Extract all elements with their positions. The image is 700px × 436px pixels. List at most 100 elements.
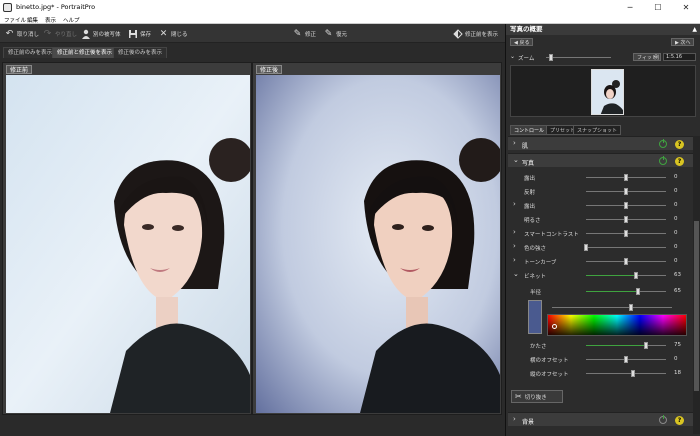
slider-row: 露出 0 xyxy=(506,170,693,184)
chevron-right-icon[interactable]: › xyxy=(513,256,516,264)
slider-value: 0 xyxy=(674,244,678,250)
overview-header: 写真の概要 ▲ xyxy=(506,24,700,35)
slider-thumb[interactable] xyxy=(624,202,628,209)
tab-controls[interactable]: コントロール xyxy=(510,125,549,135)
slider-value: 0 xyxy=(674,174,678,180)
hardness-thumb[interactable] xyxy=(644,342,648,349)
help-icon[interactable]: ? xyxy=(675,416,684,425)
chevron-right-icon[interactable]: › xyxy=(513,228,516,236)
next-button[interactable]: ▶ 次へ xyxy=(671,38,695,46)
before-photo[interactable] xyxy=(6,75,250,413)
redo-button[interactable]: ↷ やり直し xyxy=(42,27,77,40)
zoom-chevron-icon[interactable]: ⌄ xyxy=(510,53,515,60)
save-button[interactable]: 保存 xyxy=(127,27,151,40)
hardness-slider[interactable] xyxy=(586,342,666,349)
color-picker[interactable] xyxy=(547,314,687,336)
slider-track[interactable] xyxy=(586,216,666,223)
vignette-color-swatch[interactable] xyxy=(528,300,542,334)
chevron-right-icon[interactable]: › xyxy=(513,200,516,208)
v-offset-thumb[interactable] xyxy=(631,370,636,377)
tab-snapshots[interactable]: スナップショット xyxy=(573,125,622,135)
hardness-row: かたさ 75 xyxy=(506,338,693,352)
slider-thumb[interactable] xyxy=(634,272,639,279)
radius-slider[interactable] xyxy=(586,288,666,295)
menu-file[interactable]: ファイル xyxy=(4,16,26,24)
color-picker-cursor[interactable] xyxy=(552,324,557,329)
slider-label: 反射 xyxy=(524,190,536,196)
menu-view[interactable]: 表示 xyxy=(45,16,56,24)
controls-scrollbar[interactable] xyxy=(693,136,700,434)
main-toolbar: ↶ 取り消し ↷ やり直し 別の被写体 保存 ✕ 閉じる ✎ 修正 ✎ 復元 修… xyxy=(0,24,505,43)
power-icon[interactable] xyxy=(659,415,667,424)
modify-brush-button[interactable]: ✎ 修正 xyxy=(292,27,316,40)
close-window-button[interactable]: ✕ xyxy=(672,0,700,15)
menu-help[interactable]: ヘルプ xyxy=(63,16,80,24)
show-before-button[interactable]: 修正前を表示 xyxy=(452,27,498,40)
power-icon[interactable] xyxy=(659,139,667,148)
slider-track[interactable] xyxy=(586,174,666,181)
vignette-color-slider-thumb[interactable] xyxy=(629,304,633,311)
slider-track[interactable] xyxy=(586,258,666,265)
scrollbar-thumb[interactable] xyxy=(694,221,699,391)
title-bar: binetto.jpg* - PortraitPro ─ ☐ ✕ xyxy=(0,0,700,15)
ratio-field[interactable]: 1:5.16 xyxy=(663,53,696,61)
photo-group-header[interactable]: ⌄ 写真 ? xyxy=(508,153,693,167)
slider-row: › トーンカーブ 0 xyxy=(506,254,693,268)
radius-row: 半径 65 xyxy=(506,284,693,298)
slider-thumb[interactable] xyxy=(584,244,588,251)
slider-thumb[interactable] xyxy=(624,230,628,237)
slider-label: スマートコントラスト xyxy=(524,232,579,238)
tab-after-only[interactable]: 修正後のみを表示 xyxy=(113,47,168,58)
vignette-color-slider[interactable] xyxy=(552,304,672,311)
slider-track[interactable] xyxy=(586,188,666,195)
slider-track[interactable] xyxy=(586,272,666,279)
radius-thumb[interactable] xyxy=(636,288,640,295)
overview-thumbnail-area[interactable] xyxy=(510,65,696,117)
h-offset-slider[interactable] xyxy=(586,356,666,363)
tab-before-only[interactable]: 修正前のみを表示 xyxy=(3,47,58,58)
skin-group-header[interactable]: › 肌 ? xyxy=(508,136,693,150)
menu-edit[interactable]: 編集 xyxy=(27,16,38,24)
cut-button[interactable]: ✂ 切り抜き xyxy=(511,390,563,403)
compare-icon xyxy=(452,28,463,39)
zoom-slider-thumb[interactable] xyxy=(549,54,554,61)
restore-brush-button[interactable]: ✎ 復元 xyxy=(323,27,347,40)
slider-track[interactable] xyxy=(586,202,666,209)
slider-track[interactable] xyxy=(584,244,666,251)
close-button[interactable]: ✕ 閉じる xyxy=(158,27,188,40)
slider-thumb[interactable] xyxy=(624,258,628,265)
show-before-label: 修正前を表示 xyxy=(465,31,499,38)
collapse-icon[interactable]: ▲ xyxy=(692,24,697,35)
power-icon[interactable] xyxy=(659,156,667,165)
maximize-button[interactable]: ☐ xyxy=(644,0,672,15)
v-offset-slider[interactable] xyxy=(586,370,666,377)
v-offset-label: 縦のオフセット xyxy=(530,372,569,378)
next-label: 次へ xyxy=(680,40,691,46)
photo-group-label: 写真 xyxy=(522,160,535,167)
h-offset-label: 横のオフセット xyxy=(530,358,569,364)
back-button[interactable]: ◀ 戻る xyxy=(510,38,534,46)
help-icon[interactable]: ? xyxy=(675,157,684,166)
slider-thumb[interactable] xyxy=(624,216,628,223)
slider-track[interactable] xyxy=(586,230,666,237)
app-icon xyxy=(3,3,12,12)
close-label: 閉じる xyxy=(171,31,188,38)
h-offset-row: 横のオフセット 0 xyxy=(506,352,693,366)
slider-thumb[interactable] xyxy=(624,188,628,195)
slider-row: › スマートコントラスト 0 xyxy=(506,226,693,240)
chevron-down-icon[interactable]: ⌄ xyxy=(513,270,519,278)
help-icon[interactable]: ? xyxy=(675,140,684,149)
background-group-header[interactable]: › 背景 ? xyxy=(508,412,693,426)
slider-fill xyxy=(586,275,637,276)
h-offset-thumb[interactable] xyxy=(624,356,628,363)
background-group-label: 背景 xyxy=(522,419,535,426)
tab-before-and-after[interactable]: 修正前と修正後を表示 xyxy=(52,47,118,58)
other-subject-button[interactable]: 別の被写体 xyxy=(80,27,121,40)
minimize-button[interactable]: ─ xyxy=(616,0,644,15)
slider-thumb[interactable] xyxy=(624,174,628,181)
save-icon xyxy=(127,28,138,39)
after-photo[interactable] xyxy=(256,75,500,413)
chevron-right-icon[interactable]: › xyxy=(513,242,516,250)
zoom-slider[interactable] xyxy=(546,54,611,61)
undo-button[interactable]: ↶ 取り消し xyxy=(4,27,39,40)
